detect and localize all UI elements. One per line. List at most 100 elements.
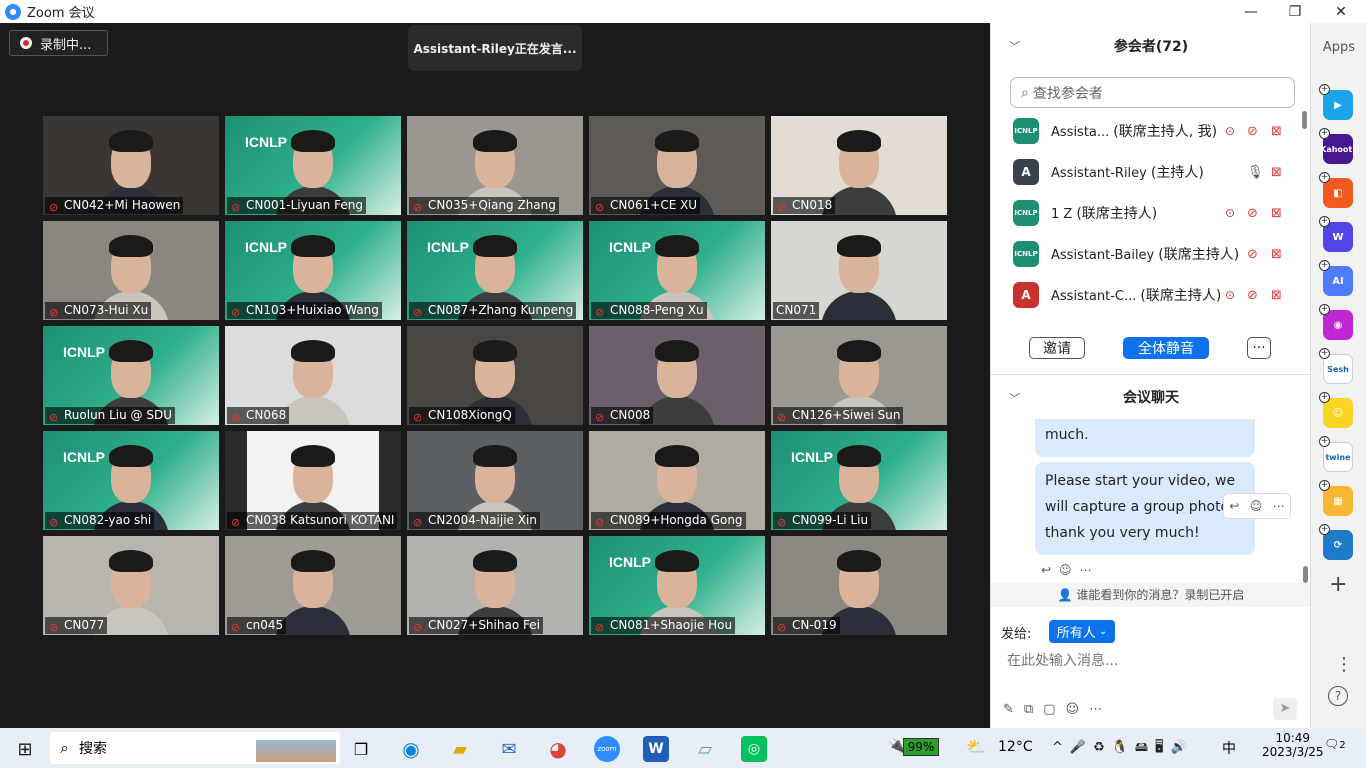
chat-input[interactable]: 在此处输入消息...: [1007, 650, 1118, 670]
chat-toolbar[interactable]: ✎⧉▢☺⋯: [1003, 702, 1112, 717]
muted-mic-icon[interactable]: ⊘: [1247, 206, 1258, 221]
video-tile[interactable]: ⊘ CN027+Shihao Fei: [407, 536, 583, 635]
message-actions[interactable]: ↩ ☺ ⋯: [1223, 493, 1291, 519]
video-tile[interactable]: ICNLP ⊘ Ruolun Liu @ SDU: [43, 326, 219, 425]
video-tile[interactable]: ICNLP ⊘ CN081+Shaojie Hou: [589, 536, 765, 635]
file-explorer-icon[interactable]: ▰: [447, 736, 473, 762]
participant-row[interactable]: ICNLP Assistant-Bailey (联席主持人) ⊘ ⊠: [991, 234, 1301, 274]
kahoot-icon[interactable]: Kahoot!: [1320, 134, 1356, 164]
chat-visibility-notice[interactable]: 👤 谁能看到你的消息？录制已开启: [991, 583, 1311, 607]
system-tray[interactable]: ^🎤♻🐧🖴🖥🔊: [1052, 738, 1194, 760]
message-reactions[interactable]: ↩☺⋯: [1041, 563, 1100, 577]
edge-icon[interactable]: ◉: [398, 736, 424, 762]
wechat-icon[interactable]: ◎: [741, 736, 767, 762]
muted-mic-icon[interactable]: ⊘: [1247, 288, 1258, 303]
notes-icon[interactable]: ▱: [692, 736, 718, 762]
red-app-icon[interactable]: ◧: [1323, 178, 1353, 208]
ai-assistant-icon[interactable]: AI: [1323, 266, 1353, 296]
send-to-dropdown[interactable]: 所有人 ⌄: [1049, 620, 1115, 643]
video-off-icon[interactable]: ⊠: [1271, 288, 1282, 303]
video-tile[interactable]: ⊘ CN061+CE XU: [589, 116, 765, 215]
mail-icon[interactable]: ✉: [496, 736, 522, 762]
participant-search-input[interactable]: ⌕ 查找参会者: [1010, 77, 1295, 108]
windows-start-icon[interactable]: ⊞: [12, 736, 38, 762]
video-tile[interactable]: ICNLP ⊘ CN087+Zhang Kunpeng: [407, 221, 583, 320]
emoji-icon[interactable]: ☺: [1250, 499, 1263, 513]
video-tile[interactable]: ⊘ CN077: [43, 536, 219, 635]
participant-row[interactable]: A Assistant-Riley (主持人) 🎙 ⊠: [991, 152, 1301, 192]
send-icon[interactable]: ➤: [1273, 698, 1297, 720]
video-tile[interactable]: ⊘ CN089+Hongda Gong: [589, 431, 765, 530]
video-off-icon[interactable]: ⊠: [1271, 124, 1282, 139]
participants-scrollbar[interactable]: [1302, 111, 1307, 129]
screenshot-icon[interactable]: ⧉: [1024, 702, 1043, 717]
video-tile[interactable]: ⊘ CN008: [589, 326, 765, 425]
media-player-icon[interactable]: ▶: [1323, 90, 1353, 120]
help-icon[interactable]: ?: [1328, 686, 1348, 706]
video-tile[interactable]: ⊘ CN-019: [771, 536, 947, 635]
participant-name-label: ⊘ CN088-Peng Xu: [591, 302, 707, 319]
video-tile[interactable]: ICNLP ⊘ CN001-Liyuan Feng: [225, 116, 401, 215]
chat-scrollbar[interactable]: [1303, 566, 1308, 583]
temperature[interactable]: 12°C: [998, 739, 1033, 755]
video-app-icon[interactable]: ◉: [1323, 310, 1353, 340]
ime-indicator[interactable]: 中: [1222, 738, 1236, 758]
video-tile[interactable]: ⊘ CN042+Mi Haowen: [43, 116, 219, 215]
more-icon[interactable]: ⋯: [1273, 499, 1285, 513]
task-view-icon[interactable]: ❐: [348, 736, 374, 762]
w-app-icon[interactable]: W: [1323, 222, 1353, 252]
format-icon[interactable]: ✎: [1003, 702, 1024, 717]
word-icon[interactable]: W: [643, 736, 669, 762]
participant-row[interactable]: ICNLP 1 Z (联席主持人) ⊙ ⊘ ⊠: [991, 193, 1301, 233]
video-off-icon[interactable]: ⊠: [1271, 206, 1282, 221]
notification-icon[interactable]: 🗨2: [1324, 737, 1346, 757]
muted-mic-icon[interactable]: ⊘: [1247, 124, 1258, 139]
video-tile[interactable]: ICNLP ⊘ CN088-Peng Xu: [589, 221, 765, 320]
smile-app-icon[interactable]: ☺: [1323, 398, 1353, 428]
clock[interactable]: 10:49 2023/3/25: [1262, 731, 1324, 759]
more-icon[interactable]: ⋯: [1089, 702, 1112, 717]
video-tile[interactable]: ICNLP ⊘ CN082-yao shi: [43, 431, 219, 530]
more-vertical-icon[interactable]: ⋮: [1335, 654, 1353, 675]
mute-all-button[interactable]: 全体静音: [1123, 337, 1209, 359]
video-tile[interactable]: ⊘ CN073-Hui Xu: [43, 221, 219, 320]
add-app-icon[interactable]: +: [1329, 572, 1347, 597]
grid-app-icon[interactable]: ▦: [1323, 486, 1353, 516]
person-hair: [655, 235, 699, 257]
zoom-taskbar-icon[interactable]: zoom: [594, 736, 620, 762]
sync-app-icon[interactable]: ⟳: [1323, 530, 1353, 560]
chrome-icon[interactable]: ◕: [545, 736, 571, 762]
more-options-button[interactable]: ···: [1247, 337, 1271, 359]
close-button[interactable]: ✕: [1318, 0, 1364, 23]
muted-mic-icon[interactable]: ⊘: [1247, 247, 1258, 262]
restore-button[interactable]: ❐: [1272, 0, 1318, 23]
participant-row[interactable]: A Assistant-C... (联席主持人) ⊙ ⊘ ⊠: [991, 275, 1301, 315]
banner-logo-text: ICNLP: [245, 134, 287, 150]
video-tile[interactable]: ⊘ CN108XiongQ: [407, 326, 583, 425]
mic-icon[interactable]: 🎙: [1247, 165, 1264, 180]
video-tile[interactable]: ⊘ CN126+Siwei Sun: [771, 326, 947, 425]
invite-button[interactable]: 邀请: [1029, 337, 1085, 359]
video-tile[interactable]: ⊘ CN038 Katsunori KOTANI: [225, 431, 401, 530]
file-icon[interactable]: ▢: [1043, 702, 1065, 717]
video-tile[interactable]: ICNLP ⊘ CN099-Li Liu: [771, 431, 947, 530]
reply-icon[interactable]: ↩: [1229, 499, 1239, 513]
emoji-icon[interactable]: ☺: [1066, 702, 1090, 717]
twine-icon[interactable]: twine: [1323, 442, 1353, 472]
video-tile[interactable]: ICNLP ⊘ CN103+Huixiao Wang: [225, 221, 401, 320]
recording-indicator[interactable]: 录制中...: [9, 30, 108, 56]
video-tile[interactable]: ⊘ cn045: [225, 536, 401, 635]
video-off-icon[interactable]: ⊠: [1271, 247, 1282, 262]
minimize-button[interactable]: —: [1228, 0, 1274, 23]
video-tile[interactable]: ⊘ CN2004-Naijie Xin: [407, 431, 583, 530]
battery-indicator[interactable]: 99%: [903, 738, 939, 756]
taskbar-search[interactable]: ⌕ 搜索: [50, 732, 340, 764]
video-tile[interactable]: ⊘ CN068: [225, 326, 401, 425]
participant-row[interactable]: ICNLP Assista... (联席主持人, 我) ⊙ ⊘ ⊠: [991, 111, 1301, 151]
video-tile[interactable]: ⊘ CN035+Qiang Zhang: [407, 116, 583, 215]
video-off-icon[interactable]: ⊠: [1271, 165, 1282, 180]
sesh-icon[interactable]: Sesh: [1323, 354, 1353, 384]
person-hair: [473, 340, 517, 362]
video-tile[interactable]: ⊘ CN018: [771, 116, 947, 215]
video-tile[interactable]: CN071: [771, 221, 947, 320]
